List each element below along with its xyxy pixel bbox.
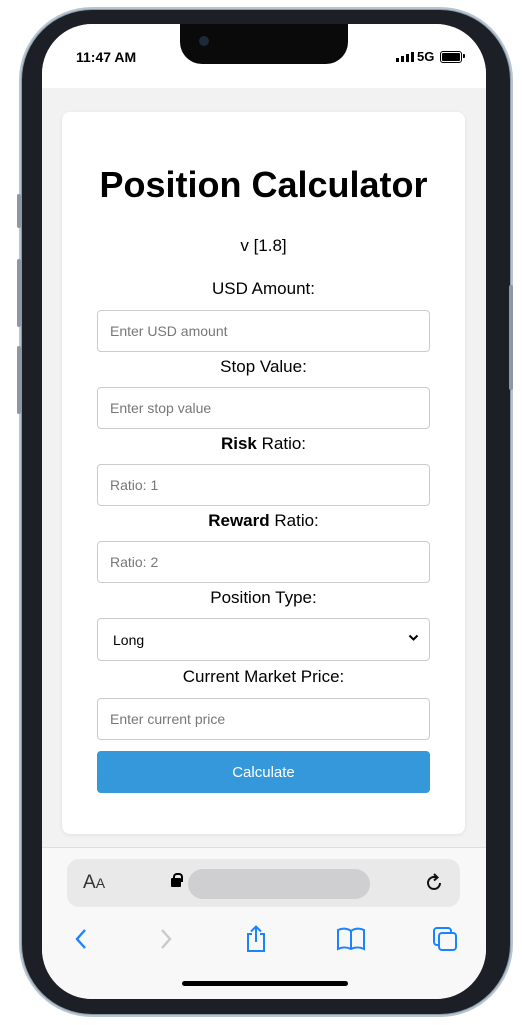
address-bar[interactable]: AA <box>67 859 460 907</box>
chevron-down-icon <box>408 634 419 641</box>
camera-icon <box>199 36 209 46</box>
reward-ratio-input[interactable] <box>97 541 430 583</box>
url-text[interactable] <box>188 869 370 899</box>
reward-ratio-label: Reward Ratio: <box>62 511 465 531</box>
action-button <box>17 194 21 228</box>
risk-label-bold: Risk <box>220 434 257 453</box>
safari-toolbar: AA <box>42 847 486 999</box>
battery-icon <box>440 51 462 63</box>
volume-up-button <box>17 259 21 327</box>
reward-label-bold: Reward <box>208 511 270 530</box>
version-label: v [1.8] <box>240 236 287 255</box>
bookmarks-icon[interactable] <box>336 924 366 954</box>
signal-icon <box>396 52 414 62</box>
share-icon[interactable] <box>241 924 271 954</box>
risk-ratio-label: Risk Ratio: <box>62 434 465 454</box>
usd-amount-label: USD Amount: <box>212 279 315 298</box>
back-icon[interactable] <box>66 924 96 954</box>
tabs-icon[interactable] <box>430 924 460 954</box>
market-price-label: Current Market Price: <box>182 667 345 686</box>
battery-tip <box>463 54 465 58</box>
text-size-button[interactable]: AA <box>83 872 105 894</box>
status-time: 11:47 AM <box>76 49 137 65</box>
text-size-big: A <box>83 872 96 893</box>
usd-amount-input[interactable] <box>97 310 430 352</box>
reward-label-rest: Ratio: <box>269 511 319 530</box>
text-size-small: A <box>95 875 106 891</box>
risk-label-rest: Ratio: <box>256 434 307 453</box>
phone-screen: 11:47 AM 5G Position Calculator v [1.8] … <box>42 24 486 999</box>
forward-icon[interactable] <box>151 924 181 954</box>
calculator-card: Position Calculator v [1.8] USD Amount: … <box>62 112 465 834</box>
power-button <box>509 285 513 390</box>
home-indicator <box>182 981 348 986</box>
network-label: 5G <box>417 49 435 64</box>
status-bar: 11:47 AM 5G <box>42 24 486 88</box>
risk-ratio-input[interactable] <box>97 464 430 506</box>
position-type-value: Long <box>113 632 145 648</box>
lock-icon <box>171 878 181 887</box>
page-title: Position Calculator <box>99 164 428 205</box>
stop-value-label: Stop Value: <box>220 357 307 376</box>
position-type-label: Position Type: <box>210 588 317 607</box>
market-price-input[interactable] <box>97 698 430 740</box>
position-type-select[interactable]: Long <box>97 618 430 661</box>
volume-down-button <box>17 346 21 414</box>
reload-icon[interactable] <box>423 872 445 894</box>
notch <box>180 24 348 64</box>
calculate-button[interactable]: Calculate <box>97 751 430 793</box>
stop-value-input[interactable] <box>97 387 430 429</box>
